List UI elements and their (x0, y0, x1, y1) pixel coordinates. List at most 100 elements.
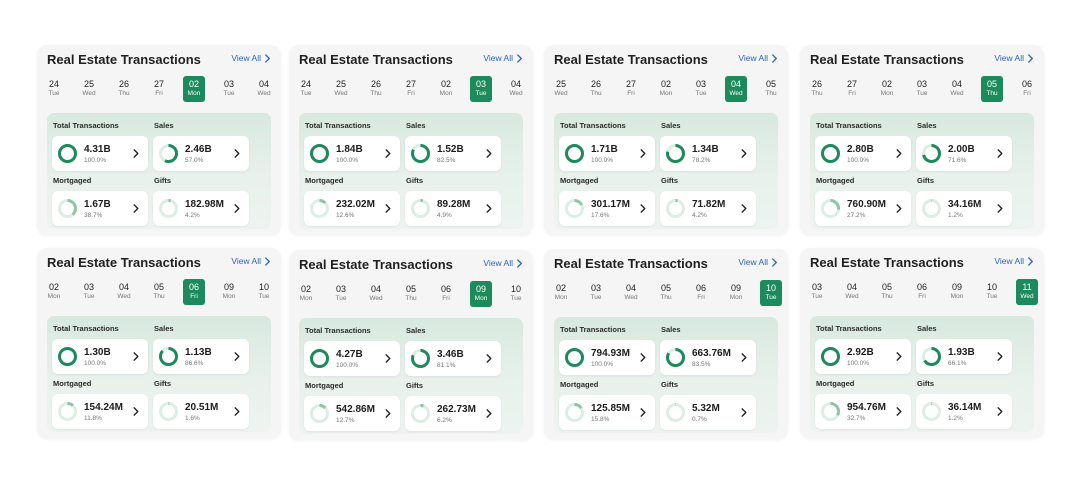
date-tab[interactable]: 05 Thu (655, 280, 677, 306)
date-tab[interactable]: 04 Wed (505, 76, 527, 102)
total-tile[interactable]: 2.80B 100.0% (815, 136, 911, 171)
date-tab[interactable]: 26 Thu (113, 76, 135, 102)
date-tab[interactable]: 03 Tue (806, 279, 828, 305)
date-tab[interactable]: 09 Mon (946, 279, 968, 305)
date-tab[interactable]: 03 Tue (690, 76, 712, 102)
view-all-link[interactable]: View All (994, 256, 1034, 266)
date-tab[interactable]: 27 Fri (400, 76, 422, 102)
date-tab[interactable]: 05 Thu (760, 76, 782, 102)
date-tab[interactable]: 02 Mon (550, 280, 572, 306)
date-tab[interactable]: 10 Tue (253, 279, 275, 305)
mortgaged-tile[interactable]: 542.86M 12.7% (304, 396, 400, 431)
mortgaged-tile[interactable]: 760.90M 27.2% (815, 191, 911, 226)
view-all-link[interactable]: View All (483, 258, 523, 268)
date-tab[interactable]: 25 Wed (78, 76, 100, 102)
gifts-tile[interactable]: 182.98M 4.2% (153, 191, 249, 226)
date-tab[interactable]: 11 Wed (1016, 279, 1038, 305)
date-tab[interactable]: 09 Mon (470, 281, 492, 307)
date-tab[interactable]: 06 Fri (183, 279, 205, 305)
sales-tile[interactable]: 2.46B 57.0% (153, 136, 249, 171)
date-tab[interactable]: 04 Wed (113, 279, 135, 305)
date-tab[interactable]: 03 Tue (911, 76, 933, 102)
chevron-right-icon (640, 408, 646, 417)
total-percent: 100.0% (84, 157, 107, 164)
mortgaged-tile[interactable]: 954.76M 32.7% (815, 394, 911, 429)
date-tab[interactable]: 26 Thu (806, 76, 828, 102)
view-all-link[interactable]: View All (483, 53, 523, 63)
date-tab[interactable]: 06 Fri (435, 281, 457, 307)
date-tab[interactable]: 25 Wed (330, 76, 352, 102)
sales-tile[interactable]: 1.93B 66.1% (916, 339, 1012, 374)
total-tile[interactable]: 794.93M 100.0% (559, 340, 655, 375)
date-tab[interactable]: 04 Wed (253, 76, 275, 102)
date-tab[interactable]: 26 Thu (585, 76, 607, 102)
date-tab[interactable]: 02 Mon (183, 76, 205, 102)
date-tab[interactable]: 27 Fri (620, 76, 642, 102)
total-tile[interactable]: 2.92B 100.0% (815, 339, 911, 374)
date-tab[interactable]: 24 Tue (295, 76, 317, 102)
date-tab[interactable]: 04 Wed (946, 76, 968, 102)
view-all-link[interactable]: View All (994, 53, 1034, 63)
date-tab[interactable]: 09 Mon (218, 279, 240, 305)
sales-tile[interactable]: 3.46B 81.1% (405, 341, 501, 376)
view-all-link[interactable]: View All (738, 257, 778, 267)
date-tab[interactable]: 03 Tue (585, 280, 607, 306)
date-tab[interactable]: 06 Fri (690, 280, 712, 306)
date-tab[interactable]: 05 Thu (148, 279, 170, 305)
date-tab[interactable]: 10 Tue (760, 280, 782, 306)
date-tab[interactable]: 04 Wed (365, 281, 387, 307)
date-tab[interactable]: 05 Thu (876, 279, 898, 305)
total-tile[interactable]: 1.30B 100.0% (52, 339, 148, 374)
gifts-tile[interactable]: 262.73M 6.2% (405, 396, 501, 431)
date-tab[interactable]: 03 Tue (330, 281, 352, 307)
total-tile[interactable]: 4.27B 100.0% (304, 341, 400, 376)
date-tab[interactable]: 27 Fri (841, 76, 863, 102)
sales-tile[interactable]: 663.76M 83.5% (660, 340, 756, 375)
gifts-tile[interactable]: 89.28M 4.9% (405, 191, 501, 226)
date-tab[interactable]: 04 Wed (725, 76, 747, 102)
mortgaged-tile[interactable]: 154.24M 11.8% (52, 394, 148, 429)
mortgaged-tile[interactable]: 125.85M 15.8% (559, 395, 655, 430)
date-tab[interactable]: 05 Thu (400, 281, 422, 307)
date-tab[interactable]: 25 Wed (550, 76, 572, 102)
total-tile[interactable]: 4.31B 100.0% (52, 136, 148, 171)
date-tab[interactable]: 02 Mon (43, 279, 65, 305)
date-tab[interactable]: 10 Tue (505, 281, 527, 307)
date-tab[interactable]: 04 Wed (841, 279, 863, 305)
sales-tile[interactable]: 1.52B 82.5% (405, 136, 501, 171)
gifts-tile[interactable]: 20.51M 1.6% (153, 394, 249, 429)
date-tab[interactable]: 02 Mon (435, 76, 457, 102)
sales-tile[interactable]: 2.00B 71.6% (916, 136, 1012, 171)
mortgaged-tile[interactable]: 1.67B 38.7% (52, 191, 148, 226)
view-all-link[interactable]: View All (231, 53, 271, 63)
gifts-tile[interactable]: 5.32M 0.7% (660, 395, 756, 430)
date-tab[interactable]: 26 Thu (365, 76, 387, 102)
mortgaged-tile[interactable]: 232.02M 12.6% (304, 191, 400, 226)
date-weekday: Thu (881, 293, 893, 300)
gifts-tile[interactable]: 36.14M 1.2% (916, 394, 1012, 429)
date-tab[interactable]: 03 Tue (218, 76, 240, 102)
sales-label: Sales (917, 324, 937, 333)
date-tab[interactable]: 02 Mon (295, 281, 317, 307)
date-tab[interactable]: 03 Tue (470, 76, 492, 102)
date-tab[interactable]: 02 Mon (876, 76, 898, 102)
sales-tile[interactable]: 1.34B 78.2% (660, 136, 756, 171)
total-tile[interactable]: 1.84B 100.0% (304, 136, 400, 171)
date-tab[interactable]: 05 Thu (981, 76, 1003, 102)
mortgaged-tile[interactable]: 301.17M 17.6% (559, 191, 655, 226)
date-tab[interactable]: 27 Fri (148, 76, 170, 102)
gifts-tile[interactable]: 71.82M 4.2% (660, 191, 756, 226)
date-tab[interactable]: 04 Wed (620, 280, 642, 306)
gifts-tile[interactable]: 34.16M 1.2% (916, 191, 1012, 226)
date-tab[interactable]: 10 Tue (981, 279, 1003, 305)
view-all-link[interactable]: View All (231, 256, 271, 266)
date-tab[interactable]: 06 Fri (1016, 76, 1038, 102)
view-all-link[interactable]: View All (738, 53, 778, 63)
date-tab[interactable]: 03 Tue (78, 279, 100, 305)
date-tab[interactable]: 24 Tue (43, 76, 65, 102)
date-tab[interactable]: 02 Mon (655, 76, 677, 102)
sales-tile[interactable]: 1.13B 86.6% (153, 339, 249, 374)
total-tile[interactable]: 1.71B 100.0% (559, 136, 655, 171)
date-tab[interactable]: 09 Mon (725, 280, 747, 306)
date-tab[interactable]: 06 Fri (911, 279, 933, 305)
